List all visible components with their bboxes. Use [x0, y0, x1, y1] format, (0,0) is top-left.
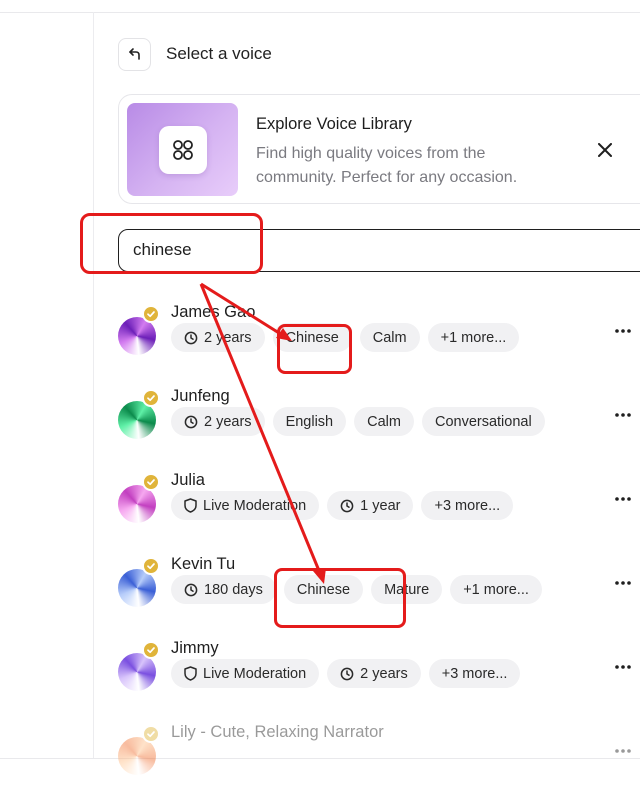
voice-row[interactable]: James Gao 2 years Chinese Calm +1 more... [0, 303, 640, 387]
clock-icon [184, 331, 198, 344]
more-horizontal-icon [615, 497, 631, 501]
library-description: Find high quality voices from the commun… [256, 145, 518, 186]
verified-badge-icon [142, 641, 160, 659]
voice-tags: 2 years Chinese Calm +1 more... [171, 323, 520, 352]
voice-row[interactable]: Junfeng 2 years English Calm Conversational [0, 387, 640, 471]
voice-tag: Live Moderation [171, 659, 320, 688]
voice-tags: Live Moderation 1 year +3 more... [171, 491, 514, 520]
top-divider [0, 12, 640, 13]
voice-more-button[interactable] [612, 487, 634, 511]
close-icon [598, 143, 612, 157]
voice-tag-label: Chinese [285, 329, 339, 346]
voice-library-banner[interactable]: Explore Voice Library Find high quality … [118, 94, 640, 204]
voice-more-button[interactable] [612, 319, 634, 343]
voice-tag: Chinese [272, 323, 352, 352]
voice-name: James Gao [171, 303, 256, 321]
voice-tag-label: Live Moderation [203, 665, 307, 682]
voice-tag-label: 180 days [204, 581, 263, 598]
voice-tag: 1 year [327, 491, 414, 520]
voice-tag-label: 2 years [204, 413, 252, 430]
voice-row[interactable]: Kevin Tu 180 days Chinese Mature +1 more... [0, 555, 640, 639]
close-banner-button[interactable] [595, 140, 615, 160]
voice-tag-label: Calm [372, 329, 407, 346]
voice-tag: Live Moderation [171, 491, 320, 520]
voice-tag-label: +3 more... [434, 497, 501, 514]
clock-icon [184, 415, 198, 428]
voice-name: Lily - Cute, Relaxing Narrator [171, 723, 384, 741]
back-button[interactable] [118, 37, 151, 71]
voice-more-button[interactable] [612, 571, 634, 595]
voice-tag: English [272, 407, 347, 436]
voice-tag-label: English [285, 413, 334, 430]
voice-tag-label: 2 years [204, 329, 252, 346]
voice-tag-label: Conversational [434, 413, 532, 430]
verified-badge-icon [142, 725, 160, 743]
page-title: Select a voice [166, 44, 272, 63]
voice-row[interactable]: Jimmy Live Moderation 2 years +3 more... [0, 639, 640, 723]
voice-tag: +3 more... [421, 491, 514, 520]
more-horizontal-icon [615, 581, 631, 585]
search-field[interactable] [118, 229, 640, 272]
more-horizontal-icon [615, 329, 631, 333]
voice-tag: Calm [354, 407, 414, 436]
voice-more-button[interactable] [612, 403, 634, 427]
voice-tags: 180 days Chinese Mature +1 more... [171, 575, 542, 604]
voice-more-button[interactable] [612, 655, 634, 679]
voice-tag: 180 days [171, 575, 276, 604]
verified-badge-icon [142, 305, 160, 323]
verified-badge-icon [142, 473, 160, 491]
voice-tag-label: 1 year [360, 497, 401, 514]
voice-name: Kevin Tu [171, 555, 236, 573]
verified-badge-icon [142, 389, 160, 407]
voice-tags: 2 years English Calm Conversational [171, 407, 545, 436]
voice-tag: +1 more... [427, 323, 520, 352]
voice-tag: Calm [359, 323, 420, 352]
voice-tag: +3 more... [428, 659, 521, 688]
library-title: Explore Voice Library [256, 115, 412, 133]
shield-icon [184, 498, 197, 513]
voice-name: Junfeng [171, 387, 230, 405]
voice-tags: Live Moderation 2 years +3 more... [171, 659, 521, 688]
voice-row[interactable]: Julia Live Moderation 1 year +3 more... [0, 471, 640, 555]
voice-tag-label: Chinese [296, 581, 351, 598]
more-horizontal-icon [615, 665, 631, 669]
voice-tag-label: Live Moderation [203, 497, 307, 514]
voice-tag: 2 years [171, 323, 265, 352]
voice-tag: 2 years [327, 659, 421, 688]
search-input[interactable] [133, 230, 613, 270]
voice-more-button[interactable] [612, 739, 634, 763]
voice-tag-label: Mature [384, 581, 430, 598]
voice-tag-label: +3 more... [441, 665, 508, 682]
voice-name: Jimmy [171, 639, 219, 657]
voice-tag-label: +1 more... [463, 581, 529, 598]
more-horizontal-icon [615, 413, 631, 417]
voice-tag: Conversational [421, 407, 545, 436]
clock-icon [184, 583, 198, 596]
shield-icon [184, 666, 197, 681]
voice-picker-page: Select a voice Explore Voice Library Fin… [0, 0, 640, 811]
clock-icon [340, 499, 354, 512]
voice-tag: 2 years [171, 407, 265, 436]
voice-tag-label: +1 more... [440, 329, 507, 346]
voice-tag-label: 2 years [360, 665, 408, 682]
voice-tag: Mature [371, 575, 443, 604]
more-horizontal-icon [615, 749, 631, 753]
voice-row[interactable]: Lily - Cute, Relaxing Narrator [0, 723, 640, 807]
clock-icon [340, 667, 354, 680]
library-thumbnail [127, 103, 238, 196]
back-arrow-icon [128, 48, 140, 60]
voice-library-icon [158, 125, 207, 174]
verified-badge-icon [142, 557, 160, 575]
voice-tag: +1 more... [450, 575, 542, 604]
panel-header: Select a voice [118, 37, 272, 71]
voice-tag: Chinese [283, 575, 364, 604]
voice-tag-label: Calm [367, 413, 401, 430]
voice-name: Julia [171, 471, 205, 489]
